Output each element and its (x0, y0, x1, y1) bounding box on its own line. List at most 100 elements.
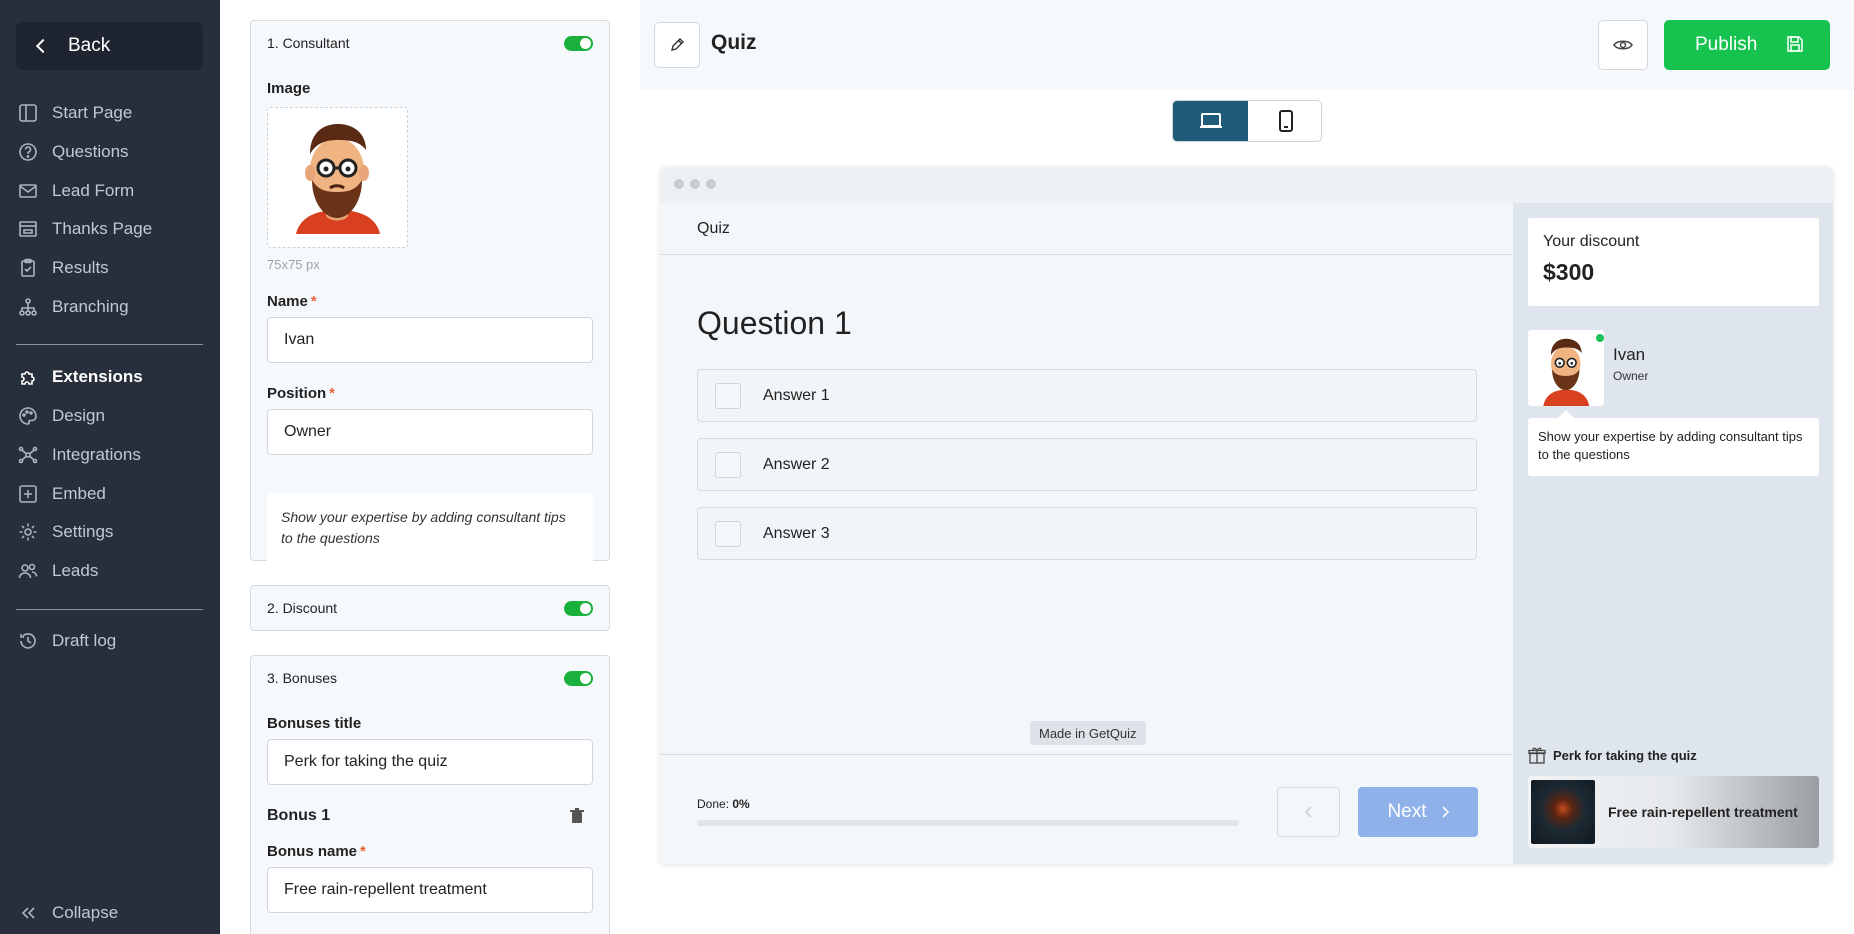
inbox-icon (19, 221, 37, 237)
discount-card-preview: Your discount $300 (1528, 218, 1819, 306)
consultant-card: 1. Consultant Image 75x75 px Name * Ivan … (250, 20, 610, 567)
next-button[interactable]: Next (1358, 787, 1478, 837)
name-label-text: Name (267, 293, 308, 310)
bonus-name-label: Bonus name * (267, 843, 366, 860)
device-toggle (1172, 100, 1322, 142)
mobile-view-button[interactable] (1248, 101, 1321, 141)
answer-option[interactable]: Answer 3 (697, 507, 1477, 560)
answer-checkbox[interactable] (715, 451, 741, 478)
image-label: Image (267, 80, 311, 97)
sidebar-item-extensions[interactable]: Extensions (18, 362, 143, 392)
discount-value: $300 (1543, 259, 1595, 285)
sidebar-item-integrations[interactable]: Integrations (18, 440, 141, 470)
page-title: Quiz (711, 31, 757, 54)
discount-card-header: 2. Discount (251, 586, 609, 630)
sidebar-item-embed[interactable]: Embed (18, 479, 106, 509)
consultant-position-input[interactable]: Owner (267, 409, 593, 455)
sidebar-item-settings[interactable]: Settings (18, 517, 113, 547)
answer-label: Answer 1 (763, 386, 830, 404)
quiz-header: Quiz (660, 203, 1513, 255)
consultant-name: Ivan (1613, 345, 1646, 364)
sidebar-item-label: Results (52, 258, 109, 277)
answer-checkbox[interactable] (715, 382, 741, 409)
sidebar-item-results[interactable]: Results (18, 253, 109, 283)
answer-checkbox[interactable] (715, 520, 741, 547)
history-icon (20, 633, 36, 649)
prev-button[interactable] (1277, 787, 1340, 837)
publish-button[interactable]: Publish (1664, 20, 1830, 70)
bonuses-toggle[interactable] (564, 670, 593, 686)
discount-card: 2. Discount (250, 585, 610, 631)
consultant-image-upload[interactable] (267, 107, 408, 248)
discount-label: Your discount (1543, 233, 1640, 250)
sidebar-item-draft-log[interactable]: Draft log (18, 626, 116, 656)
sidebar-item-design[interactable]: Design (18, 401, 105, 431)
quiz-sidebar: Your discount $300 Ivan Owner Show your … (1513, 203, 1833, 864)
card-title: 3. Bonuses (267, 670, 338, 686)
question-title: Question 1 (697, 305, 852, 341)
progress-value: 0% (732, 797, 750, 811)
laptop-icon (1199, 113, 1222, 128)
card-title: 2. Discount (267, 600, 338, 616)
bonus-name-label-text: Bonus name (267, 843, 358, 860)
sidebar-item-branching[interactable]: Branching (18, 292, 129, 322)
online-status-dot (1596, 334, 1604, 342)
sidebar-item-label: Design (52, 406, 105, 425)
bonus-image (1531, 780, 1595, 844)
collapse-button[interactable]: Collapse (18, 898, 118, 928)
consultant-name-input[interactable]: Ivan (267, 317, 593, 363)
back-button[interactable]: Back (16, 22, 203, 70)
answer-option[interactable]: Answer 2 (697, 438, 1477, 491)
sidebar-item-lead-form[interactable]: Lead Form (18, 176, 134, 206)
sidebar-item-questions[interactable]: Questions (18, 137, 129, 167)
required-mark: * (310, 293, 317, 310)
gear-icon (19, 523, 37, 541)
palette-icon (19, 407, 37, 425)
image-size-note: 75x75 px (267, 257, 320, 272)
sidebar-item-label: Questions (52, 142, 129, 161)
layout-icon (19, 104, 37, 122)
bonuses-title-label: Bonuses title (267, 715, 362, 732)
made-in-badge[interactable]: Made in GetQuiz (1030, 721, 1146, 745)
sidebar-item-start-page[interactable]: Start Page (18, 98, 132, 128)
phone-icon (1278, 110, 1293, 132)
pencil-icon (671, 38, 684, 51)
sidebar-item-label: Branching (52, 297, 129, 316)
edit-title-button[interactable] (654, 22, 700, 68)
position-label: Position * (267, 385, 335, 402)
chevron-left-icon (1304, 806, 1312, 818)
quiz-header-title: Quiz (697, 220, 730, 237)
browser-chrome-bar (660, 167, 1833, 203)
quiz-preview-frame: Quiz Question 1 Answer 1 Answer 2 Answer… (660, 167, 1833, 864)
window-dot (690, 179, 700, 189)
question-circle-icon (19, 143, 37, 161)
window-dot (674, 179, 684, 189)
progress-text: Done: 0% (697, 797, 750, 811)
bonus-name: Free rain-repellent treatment (1608, 804, 1798, 820)
sidebar-item-label: Lead Form (52, 181, 135, 200)
bonus-name-input[interactable]: Free rain-repellent treatment (267, 867, 593, 913)
discount-toggle[interactable] (564, 600, 593, 616)
envelope-icon (19, 184, 37, 198)
sidebar-item-thanks-page[interactable]: Thanks Page (18, 214, 152, 244)
card-title: 1. Consultant (267, 35, 350, 51)
sidebar-item-leads[interactable]: Leads (18, 556, 98, 586)
desktop-view-button[interactable] (1173, 101, 1248, 141)
consultant-toggle[interactable] (564, 35, 593, 51)
preview-button[interactable] (1598, 20, 1648, 70)
trash-icon[interactable] (570, 808, 584, 824)
bonuses-title-input[interactable]: Perk for taking the quiz (267, 739, 593, 785)
sidebar-divider (16, 609, 203, 610)
puzzle-icon (21, 371, 35, 385)
window-dot (706, 179, 716, 189)
required-mark: * (329, 385, 336, 402)
bonus-card[interactable]: Free rain-repellent treatment (1528, 776, 1819, 848)
consultant-avatar-illustration (1543, 338, 1590, 406)
gift-icon (1528, 747, 1546, 764)
consultant-avatar-illustration (296, 124, 380, 234)
sitemap-icon (19, 298, 37, 316)
consultant-card-header: 1. Consultant (251, 21, 609, 65)
answer-option[interactable]: Answer 1 (697, 369, 1477, 422)
sidebar-item-label: Draft log (52, 631, 117, 650)
required-mark: * (360, 843, 366, 860)
